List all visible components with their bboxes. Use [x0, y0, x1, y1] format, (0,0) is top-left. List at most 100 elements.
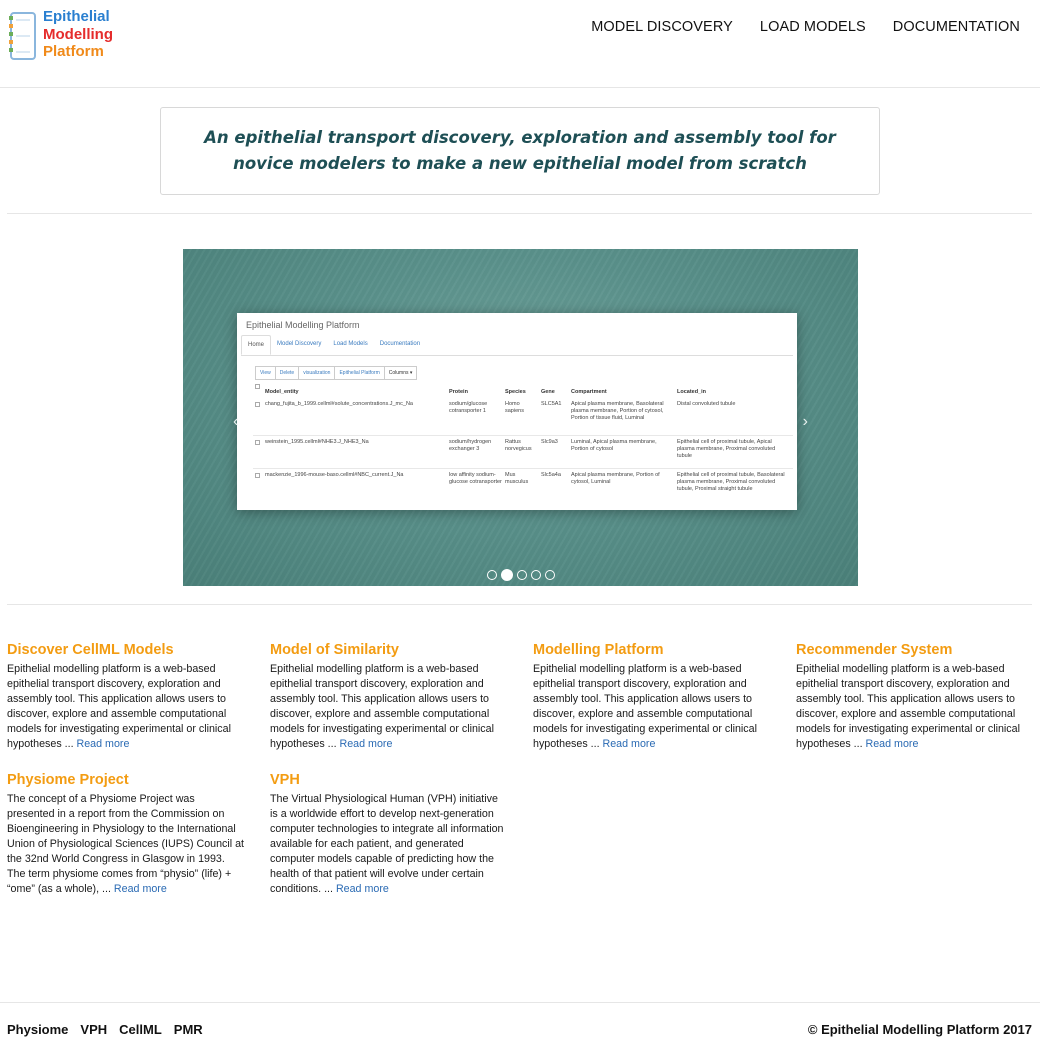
carousel-dot-5[interactable]	[545, 570, 555, 580]
slide-table-row: chang_fujita_b_1999.cellml#solute_concen…	[253, 398, 793, 434]
carousel-dot-4[interactable]	[531, 570, 541, 580]
slide-cell-species: Rattus norvegicus	[505, 439, 532, 452]
carousel-dot-2-active[interactable]	[501, 569, 513, 581]
slide-delete-button: Delete	[274, 366, 300, 380]
slide-cell-located: Distal convoluted tubule	[677, 401, 736, 407]
slide-cell-model: chang_fujita_b_1999.cellml#solute_concen…	[265, 401, 413, 407]
slide-col-model: Model_entity	[265, 389, 299, 395]
slide-cell-located: Epithelial cell of proximal tubule, Apic…	[677, 439, 776, 459]
slide-platform-button: Epithelial Platform	[334, 366, 385, 380]
article-body: Epithelial modelling platform is a web-b…	[270, 662, 508, 752]
carousel-slide-image: Epithelial Modelling Platform Home Model…	[237, 313, 797, 510]
article-vph: VPH The Virtual Physiological Human (VPH…	[270, 772, 508, 897]
carousel-dot-1[interactable]	[487, 570, 497, 580]
slide-tab-home: Home	[241, 335, 272, 355]
slide-cell-protein: sodium/hydrogen exchanger 3	[449, 439, 492, 452]
slide-tab-model-discovery: Model Discovery	[277, 341, 322, 347]
article-title: VPH	[270, 772, 300, 788]
read-more-link[interactable]: Read more	[866, 738, 919, 750]
footer-link-cellml[interactable]: CellML	[119, 1022, 162, 1037]
read-more-link[interactable]: Read more	[77, 738, 130, 750]
slide-col-gene: Gene	[541, 389, 555, 395]
article-discover-cellml: Discover CellML Models Epithelial modell…	[7, 642, 245, 752]
read-more-link[interactable]: Read more	[603, 738, 656, 750]
slide-view-button: View	[255, 366, 276, 380]
nav-load-models[interactable]: LOAD MODELS	[760, 19, 866, 35]
article-title: Recommender System	[796, 642, 953, 658]
article-text: Epithelial modelling platform is a web-b…	[7, 663, 231, 750]
article-title: Model of Similarity	[270, 642, 399, 658]
site-logo[interactable]: Epithelial Modelling Platform	[8, 8, 128, 64]
slide-cell-species: Homo sapiens	[505, 401, 524, 414]
article-model-similarity: Model of Similarity Epithelial modelling…	[270, 642, 508, 752]
slide-columns-button: Columns ▾	[383, 366, 418, 380]
article-text: The Virtual Physiological Human (VPH) in…	[270, 793, 504, 895]
article-text: Epithelial modelling platform is a web-b…	[796, 663, 1020, 750]
site-header: Epithelial Modelling Platform MODEL DISC…	[0, 0, 1040, 88]
article-body: Epithelial modelling platform is a web-b…	[796, 662, 1034, 752]
slide-cell-protein: sodium/glucose cotransporter 1	[449, 401, 488, 414]
nav-model-discovery[interactable]: MODEL DISCOVERY	[591, 19, 733, 35]
logo-line-2: Modelling	[43, 25, 113, 43]
carousel-indicators	[487, 569, 555, 581]
copyright: © Epithelial Modelling Platform 2017	[807, 1022, 1032, 1037]
checkbox-icon	[255, 402, 260, 407]
article-body: Epithelial modelling platform is a web-b…	[533, 662, 771, 752]
article-title: Discover CellML Models	[7, 642, 174, 658]
logo-line-3: Platform	[43, 43, 104, 60]
slide-cell-gene: Slc5a4a	[541, 472, 561, 478]
article-body: The concept of a Physiome Project was pr…	[7, 792, 245, 897]
slide-cell-compartment: Apical plasma membrane, Portion of cytos…	[571, 472, 660, 485]
checkbox-icon	[255, 384, 260, 389]
divider	[7, 604, 1032, 605]
slide-table-row: mackenzie_1996-mouse-baso.cellml#NBC_cur…	[253, 468, 793, 506]
footer-links: Physiome VPH CellML PMR	[7, 1022, 203, 1037]
footer-divider	[0, 1002, 1040, 1003]
slide-app-title: Epithelial Modelling Platform	[246, 320, 360, 330]
article-recommender-system: Recommender System Epithelial modelling …	[796, 642, 1034, 752]
epithelial-cell-icon	[9, 12, 36, 60]
article-text: Epithelial modelling platform is a web-b…	[270, 663, 494, 750]
slide-tab-documentation: Documentation	[379, 341, 421, 347]
slide-cell-compartment: Luminal, Apical plasma membrane, Portion…	[571, 439, 657, 452]
slide-col-located: Located_in	[677, 389, 707, 395]
article-title: Physiome Project	[7, 772, 129, 788]
logo-line-1: Epithelial	[43, 8, 110, 25]
slide-tab-load-models: Load Models	[333, 341, 368, 347]
article-text: Epithelial modelling platform is a web-b…	[533, 663, 757, 750]
main-nav: MODEL DISCOVERY LOAD MODELS DOCUMENTATIO…	[591, 19, 1020, 35]
footer-link-physiome[interactable]: Physiome	[7, 1022, 68, 1037]
screenshot-carousel: Epithelial Modelling Platform Home Model…	[183, 249, 858, 586]
slide-col-protein: Protein	[449, 389, 468, 395]
checkbox-icon	[255, 440, 260, 445]
footer-link-pmr[interactable]: PMR	[174, 1022, 203, 1037]
article-body: The Virtual Physiological Human (VPH) in…	[270, 792, 508, 897]
chevron-right-icon[interactable]: ›	[803, 413, 808, 431]
article-text: The concept of a Physiome Project was pr…	[7, 793, 245, 895]
nav-documentation[interactable]: DOCUMENTATION	[893, 19, 1020, 35]
slide-tabs: Home Model Discovery Load Models Documen…	[241, 335, 793, 356]
article-modelling-platform: Modelling Platform Epithelial modelling …	[533, 642, 771, 752]
chevron-left-icon[interactable]: ‹	[233, 413, 238, 431]
article-body: Epithelial modelling platform is a web-b…	[7, 662, 245, 752]
footer-link-vph[interactable]: VPH	[80, 1022, 107, 1037]
slide-table-header: Model_entity Protein Species Gene Compar…	[253, 383, 793, 396]
slide-cell-species: Mus musculus	[505, 472, 529, 485]
slide-toolbar: View Delete visualization Epithelial Pla…	[255, 366, 418, 380]
tagline-box: An epithelial transport discovery, explo…	[160, 107, 880, 195]
slide-cell-model: weinstein_1995.cellml#NHE3.J_NHE3_Na	[265, 439, 369, 445]
slide-cell-protein: low affinity sodium-glucose cotransporte…	[449, 472, 502, 485]
read-more-link[interactable]: Read more	[114, 883, 167, 895]
checkbox-icon	[255, 473, 260, 478]
slide-cell-located: Epithelial cell of proximal tubule, Baso…	[677, 472, 785, 492]
read-more-link[interactable]: Read more	[340, 738, 393, 750]
slide-cell-model: mackenzie_1996-mouse-baso.cellml#NBC_cur…	[265, 472, 404, 478]
read-more-link[interactable]: Read more	[336, 883, 389, 895]
slide-col-species: Species	[505, 389, 526, 395]
logo-wordmark: Epithelial Modelling Platform	[43, 8, 113, 61]
divider	[7, 213, 1032, 214]
tagline: An epithelial transport discovery, explo…	[204, 128, 836, 173]
slide-cell-gene: Slc9a3	[541, 439, 558, 445]
carousel-dot-3[interactable]	[517, 570, 527, 580]
article-physiome-project: Physiome Project The concept of a Physio…	[7, 772, 245, 897]
